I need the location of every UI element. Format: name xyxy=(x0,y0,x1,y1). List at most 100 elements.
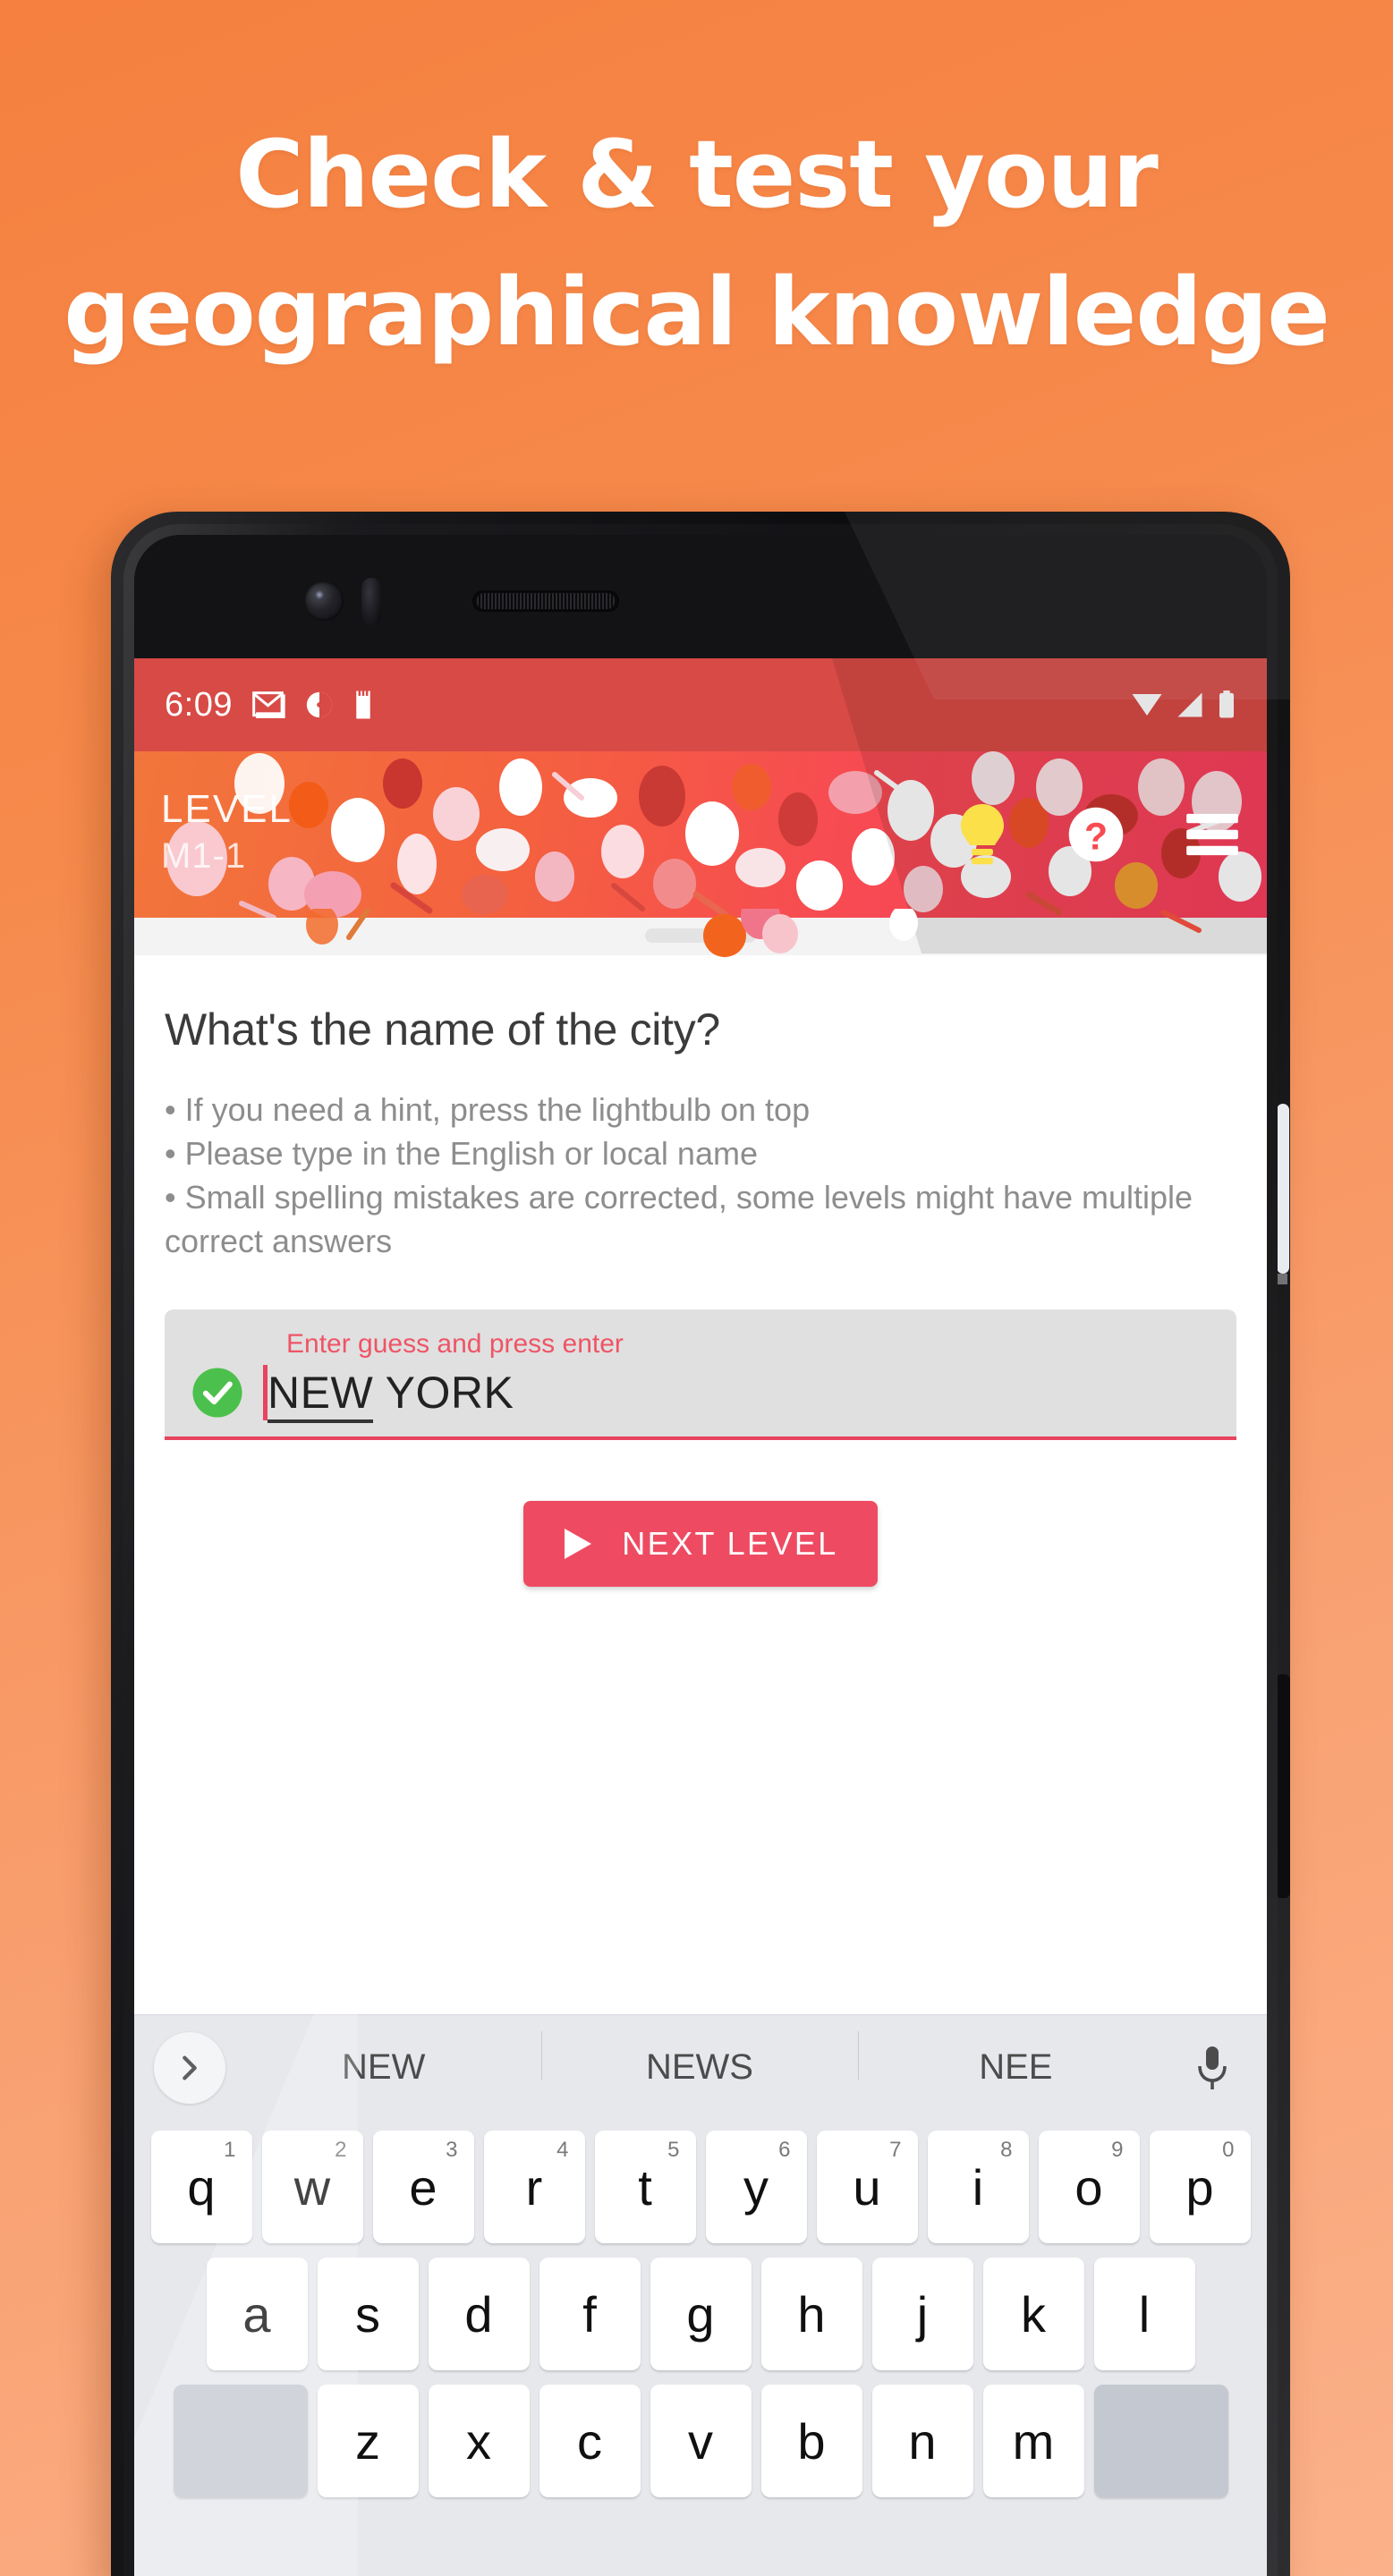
key-m[interactable]: m xyxy=(982,2385,1084,2497)
key-p[interactable]: 0p xyxy=(1149,2131,1251,2243)
key-q[interactable]: 1q xyxy=(150,2131,252,2243)
expand-suggestions-button[interactable] xyxy=(154,2031,225,2104)
key-r[interactable]: 4r xyxy=(483,2131,585,2243)
key-e[interactable]: 3e xyxy=(372,2131,474,2243)
key-label: o xyxy=(1074,2158,1103,2216)
hamburger-menu-icon[interactable] xyxy=(1185,812,1240,857)
level-code: M1-1 xyxy=(161,836,247,876)
key-w[interactable]: 2w xyxy=(261,2131,363,2243)
battery-icon xyxy=(1219,691,1234,718)
suggestion-item[interactable]: NEE xyxy=(857,2031,1174,2088)
chevron-right-icon xyxy=(183,2055,197,2080)
key-label: w xyxy=(293,2158,331,2216)
phone-bezel: 6:09 LEVEL M1-1 ? What's the name of the… xyxy=(134,535,1267,2576)
phone-sensor-bar xyxy=(134,535,1267,658)
headline-line-1: Check & test your xyxy=(235,120,1158,229)
key-j[interactable]: j xyxy=(871,2258,973,2370)
key-v[interactable]: v xyxy=(650,2385,752,2497)
key-k[interactable]: k xyxy=(982,2258,1084,2370)
wifi-icon xyxy=(1132,694,1162,716)
key-label: l xyxy=(1138,2285,1151,2343)
key-label: a xyxy=(242,2285,271,2343)
key-g[interactable]: g xyxy=(650,2258,752,2370)
key-number: 4 xyxy=(556,2138,569,2162)
key-number: 2 xyxy=(335,2138,347,2162)
svg-text:?: ? xyxy=(1084,816,1108,859)
key-z[interactable]: z xyxy=(317,2385,419,2497)
on-screen-keyboard[interactable]: NEW NEWS NEE 1 q 2 w 3 e 4 r 5 t 6 y 7 u… xyxy=(134,2014,1267,2576)
key-label: u xyxy=(853,2158,881,2216)
key-d[interactable]: d xyxy=(428,2258,530,2370)
key-a[interactable]: a xyxy=(206,2258,308,2370)
keyboard-row-1: 1q 2w 3e 4r 5t 6y 7u 8i 9o 0p xyxy=(134,2131,1267,2243)
key-i[interactable]: 8i xyxy=(927,2131,1029,2243)
question-title: What's the name of the city? xyxy=(165,1004,720,1055)
key-label: g xyxy=(686,2285,715,2343)
level-label: LEVEL xyxy=(161,787,293,831)
instruction-item: • Please type in the English or local na… xyxy=(165,1135,758,1172)
key-label: n xyxy=(908,2412,937,2470)
key-label: e xyxy=(409,2158,437,2216)
key-label: d xyxy=(464,2285,493,2343)
key-number: 6 xyxy=(778,2138,791,2162)
keyboard-row-3: z x c v b n m xyxy=(134,2385,1267,2497)
key-x[interactable]: x xyxy=(428,2385,530,2497)
gmail-icon xyxy=(252,691,285,718)
key-label: y xyxy=(743,2158,769,2216)
front-camera-icon xyxy=(304,581,344,621)
key-label: q xyxy=(187,2158,216,2216)
key-label: f xyxy=(582,2285,597,2343)
earpiece-speaker-icon xyxy=(472,590,619,612)
key-number: 7 xyxy=(889,2138,902,2162)
suggestion-bar: NEW NEWS NEE xyxy=(134,2014,1267,2120)
key-o[interactable]: 9o xyxy=(1038,2131,1140,2243)
key-h[interactable]: h xyxy=(760,2258,862,2370)
main-content: What's the name of the city? • If you ne… xyxy=(134,1004,1267,1587)
key-label: b xyxy=(797,2412,826,2470)
key-label: z xyxy=(355,2412,380,2470)
key-number: 9 xyxy=(1111,2138,1124,2162)
key-f[interactable]: f xyxy=(539,2258,641,2370)
key-u[interactable]: 7u xyxy=(816,2131,918,2243)
clock-icon xyxy=(306,691,333,718)
key-l[interactable]: l xyxy=(1093,2258,1195,2370)
key-s[interactable]: s xyxy=(317,2258,419,2370)
key-label: m xyxy=(1012,2412,1055,2470)
app-header: LEVEL M1-1 ? xyxy=(134,751,1267,918)
lightbulb-icon[interactable] xyxy=(957,802,1007,867)
key-label: p xyxy=(1185,2158,1214,2216)
question-circle-icon[interactable]: ? xyxy=(1066,805,1125,864)
voice-input-button[interactable] xyxy=(1174,2045,1251,2091)
key-label: i xyxy=(972,2158,984,2216)
key-b[interactable]: b xyxy=(760,2385,862,2497)
key-label: x xyxy=(466,2412,491,2470)
drag-handle[interactable] xyxy=(645,928,756,943)
phone-mockup: 6:09 LEVEL M1-1 ? What's the name of the… xyxy=(111,512,1290,2576)
guess-composing-text: NEW xyxy=(268,1368,374,1423)
key-y[interactable]: 6y xyxy=(705,2131,807,2243)
key-c[interactable]: c xyxy=(539,2385,641,2497)
suggestion-item[interactable]: NEWS xyxy=(541,2031,857,2088)
instruction-item: • If you need a hint, press the lightbul… xyxy=(165,1091,811,1128)
sd-card-icon xyxy=(356,690,370,719)
key-label: v xyxy=(688,2412,713,2470)
key-label: j xyxy=(916,2285,929,2343)
key-n[interactable]: n xyxy=(871,2385,973,2497)
backspace-key[interactable] xyxy=(1093,2385,1228,2497)
key-number: 5 xyxy=(667,2138,680,2162)
guess-value: NEW YORK xyxy=(268,1367,514,1423)
suggestion-item[interactable]: NEW xyxy=(225,2047,541,2088)
guess-input-field[interactable]: Enter guess and press enter NEW YORK xyxy=(165,1309,1236,1440)
key-label: k xyxy=(1021,2285,1046,2343)
key-label: t xyxy=(638,2158,652,2216)
key-number: 8 xyxy=(1000,2138,1013,2162)
guess-rest-text: YORK xyxy=(373,1368,514,1418)
next-level-button[interactable]: NEXT LEVEL xyxy=(523,1501,878,1587)
instruction-item: • Small spelling mistakes are corrected,… xyxy=(165,1179,1193,1259)
next-level-label: NEXT LEVEL xyxy=(622,1525,838,1562)
key-t[interactable]: 5t xyxy=(594,2131,696,2243)
check-circle-icon xyxy=(192,1368,242,1418)
promo-headline: Check & test your geographical knowledge xyxy=(0,106,1393,381)
key-label: h xyxy=(797,2285,826,2343)
shift-key[interactable] xyxy=(173,2385,308,2497)
